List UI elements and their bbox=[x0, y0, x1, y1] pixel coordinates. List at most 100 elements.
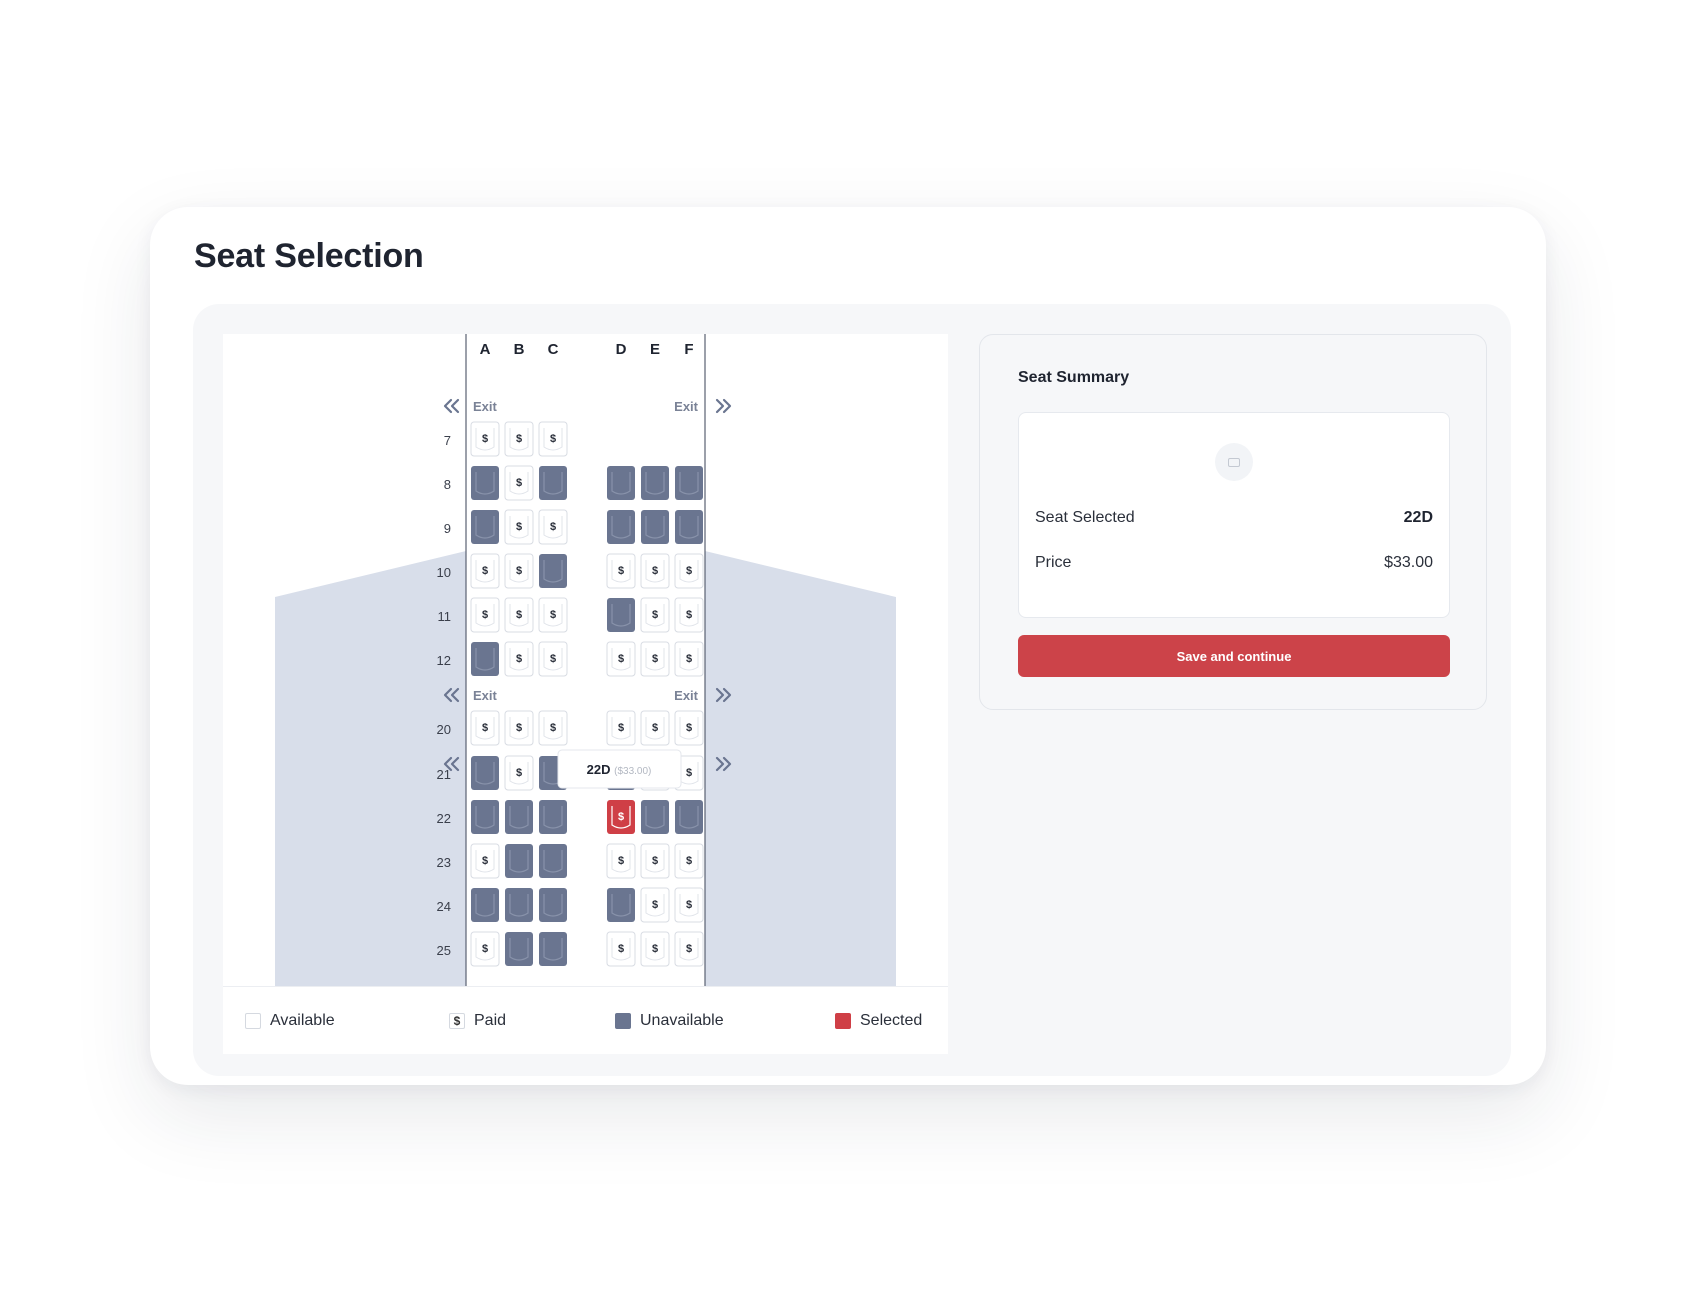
column-header-b: B bbox=[514, 341, 525, 358]
legend-paid: $ Paid bbox=[449, 987, 506, 1054]
row-number-7: 7 bbox=[444, 433, 451, 448]
page-title: Seat Selection bbox=[194, 237, 424, 275]
seat-12a[interactable] bbox=[471, 642, 499, 676]
seat-8f[interactable] bbox=[675, 466, 703, 500]
seat-22b[interactable] bbox=[505, 800, 533, 834]
paid-dollar-icon: $ bbox=[550, 653, 556, 665]
row-number-20: 20 bbox=[437, 722, 451, 737]
paid-dollar-icon: $ bbox=[618, 811, 624, 823]
seat-selected-value: 22D bbox=[1403, 509, 1433, 526]
legend-available-label: Available bbox=[270, 1012, 335, 1029]
paid-dollar-icon: $ bbox=[482, 565, 488, 577]
seat-22a[interactable] bbox=[471, 800, 499, 834]
paid-dollar-icon: $ bbox=[652, 653, 658, 665]
row-number-21: 21 bbox=[437, 767, 451, 782]
paid-dollar-icon: $ bbox=[686, 855, 692, 867]
seat-22f[interactable] bbox=[675, 800, 703, 834]
seat-8c[interactable] bbox=[539, 466, 567, 500]
legend-unavailable-label: Unavailable bbox=[640, 1012, 724, 1029]
tooltip-price: ($33.00) bbox=[614, 766, 651, 777]
price-value: $33.00 bbox=[1384, 554, 1433, 571]
content-area: A B C D E F Exit Exit 7 $ $ $8 $9 $ $10 $ $ $ $ $11 $ $ $ $ $12 $… bbox=[193, 304, 1511, 1076]
row-number-11: 11 bbox=[438, 609, 452, 624]
legend-available: Available bbox=[245, 987, 335, 1054]
paid-dollar-icon: $ bbox=[516, 477, 522, 489]
seat-24d[interactable] bbox=[607, 888, 635, 922]
seat-9f[interactable] bbox=[675, 510, 703, 544]
paid-dollar-icon: $ bbox=[516, 767, 522, 779]
row-number-12: 12 bbox=[437, 653, 451, 668]
column-header-c: C bbox=[548, 341, 559, 358]
summary-details: Seat Selected 22D Price $33.00 bbox=[1018, 412, 1450, 618]
legend-selected: Selected bbox=[835, 987, 922, 1054]
column-header-e: E bbox=[650, 341, 660, 358]
seat-21a[interactable] bbox=[471, 756, 499, 790]
paid-dollar-icon: $ bbox=[516, 565, 522, 577]
seat-10c[interactable] bbox=[539, 554, 567, 588]
paid-dollar-icon: $ bbox=[482, 722, 488, 734]
paid-dollar-icon: $ bbox=[516, 722, 522, 734]
paid-swatch: $ bbox=[449, 1013, 465, 1029]
seat-11d[interactable] bbox=[607, 598, 635, 632]
seat-25b[interactable] bbox=[505, 932, 533, 966]
save-and-continue-button[interactable]: Save and continue bbox=[1018, 635, 1450, 677]
row-number-25: 25 bbox=[437, 943, 451, 958]
seat-24c[interactable] bbox=[539, 888, 567, 922]
legend-unavailable: Unavailable bbox=[615, 987, 724, 1054]
row-number-23: 23 bbox=[437, 855, 451, 870]
tooltip-seat: 22D bbox=[587, 762, 614, 777]
row-number-24: 24 bbox=[437, 899, 451, 914]
seat-23b[interactable] bbox=[505, 844, 533, 878]
seat-9a[interactable] bbox=[471, 510, 499, 544]
seat-8e[interactable] bbox=[641, 466, 669, 500]
paid-dollar-icon: $ bbox=[652, 609, 658, 621]
column-header-d: D bbox=[616, 341, 627, 358]
paid-dollar-icon: $ bbox=[652, 565, 658, 577]
selected-swatch bbox=[835, 1013, 851, 1029]
paid-dollar-icon: $ bbox=[516, 653, 522, 665]
seat-9d[interactable] bbox=[607, 510, 635, 544]
seat-selected-label: Seat Selected bbox=[1035, 509, 1135, 526]
paid-dollar-icon: $ bbox=[686, 722, 692, 734]
paid-dollar-icon: $ bbox=[550, 521, 556, 533]
paid-dollar-icon: $ bbox=[482, 609, 488, 621]
exit-label-left: Exit bbox=[473, 688, 498, 703]
unavailable-swatch bbox=[615, 1013, 631, 1029]
paid-dollar-icon: $ bbox=[686, 653, 692, 665]
row-number-9: 9 bbox=[444, 521, 451, 536]
seat-8d[interactable] bbox=[607, 466, 635, 500]
row-number-22: 22 bbox=[437, 811, 451, 826]
seat-summary-panel: Seat Summary Seat Selected 22D Price $33… bbox=[979, 334, 1487, 710]
paid-dollar-icon: $ bbox=[618, 855, 624, 867]
seat-22c[interactable] bbox=[539, 800, 567, 834]
seat-map: A B C D E F Exit Exit 7 $ $ $8 $9 $ $10 $ $ $ $ $11 $ $ $ $ $12 $… bbox=[223, 334, 948, 986]
exit-right-chevron-icon bbox=[715, 398, 732, 414]
seat-8a[interactable] bbox=[471, 466, 499, 500]
paid-dollar-icon: $ bbox=[516, 609, 522, 621]
paid-dollar-icon: $ bbox=[550, 433, 556, 445]
column-header-a: A bbox=[480, 341, 491, 358]
exit-left-chevron-icon bbox=[443, 398, 460, 414]
seat-25c[interactable] bbox=[539, 932, 567, 966]
legend-selected-label: Selected bbox=[860, 1012, 923, 1029]
summary-title: Seat Summary bbox=[1018, 369, 1130, 386]
paid-dollar-icon: $ bbox=[482, 943, 488, 955]
seat-24b[interactable] bbox=[505, 888, 533, 922]
seat-24a[interactable] bbox=[471, 888, 499, 922]
seat-22e[interactable] bbox=[641, 800, 669, 834]
paid-dollar-icon: $ bbox=[550, 609, 556, 621]
exit-label-right: Exit bbox=[674, 399, 699, 414]
seat-23c[interactable] bbox=[539, 844, 567, 878]
seat-9e[interactable] bbox=[641, 510, 669, 544]
seat-icon bbox=[1215, 443, 1253, 481]
paid-dollar-icon: $ bbox=[550, 722, 556, 734]
seat-selected-row: Seat Selected 22D bbox=[1035, 509, 1433, 527]
price-row: Price $33.00 bbox=[1035, 554, 1433, 572]
seat-legend: Available $ Paid Unavailable Selected bbox=[223, 986, 948, 1054]
paid-dollar-icon: $ bbox=[686, 899, 692, 911]
paid-dollar-icon: $ bbox=[618, 722, 624, 734]
seat-map-svg: A B C D E F Exit Exit 7 $ $ $8 $9 $ $10 $ $ $ $ $11 $ $ $ $ $12 $… bbox=[275, 334, 896, 986]
paid-dollar-icon: $ bbox=[618, 565, 624, 577]
available-swatch bbox=[245, 1013, 261, 1029]
paid-dollar-icon: $ bbox=[652, 722, 658, 734]
